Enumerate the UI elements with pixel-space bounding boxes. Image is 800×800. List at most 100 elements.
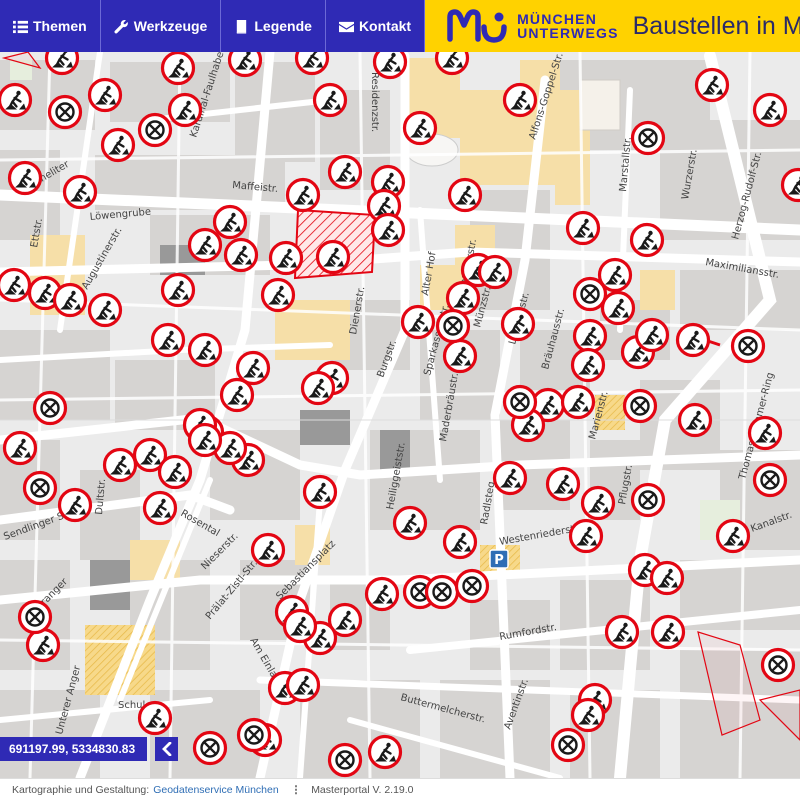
construction-warning-icon[interactable] xyxy=(560,384,596,420)
road-closed-icon[interactable] xyxy=(327,742,363,778)
construction-warning-icon[interactable] xyxy=(747,415,783,451)
construction-warning-icon[interactable] xyxy=(100,127,136,163)
construction-warning-icon[interactable] xyxy=(502,82,538,118)
construction-warning-icon[interactable] xyxy=(634,317,670,353)
road-closed-icon[interactable] xyxy=(550,727,586,763)
construction-warning-icon[interactable] xyxy=(137,700,173,736)
construction-warning-icon[interactable] xyxy=(327,154,363,190)
road-closed-icon[interactable] xyxy=(17,599,53,635)
construction-warning-icon[interactable] xyxy=(312,82,348,118)
construction-warning-icon[interactable] xyxy=(223,237,259,273)
road-closed-icon[interactable] xyxy=(630,120,666,156)
road-closed-icon[interactable] xyxy=(730,328,766,364)
road-closed-icon[interactable] xyxy=(502,384,538,420)
construction-warning-icon[interactable] xyxy=(752,92,788,128)
construction-warning-icon[interactable] xyxy=(500,306,536,342)
construction-warning-icon[interactable] xyxy=(160,52,196,86)
construction-warning-icon[interactable] xyxy=(160,272,196,308)
construction-warning-icon[interactable] xyxy=(434,52,470,76)
road-closed-icon[interactable] xyxy=(630,482,666,518)
map-canvas[interactable]: Residenzstr. Alfons-Goppel-Str. Kardinal… xyxy=(0,52,800,778)
road-closed-icon[interactable] xyxy=(572,276,608,312)
construction-warning-icon[interactable] xyxy=(400,304,436,340)
construction-warning-icon[interactable] xyxy=(570,347,606,383)
construction-warning-icon[interactable] xyxy=(219,377,255,413)
construction-warning-icon[interactable] xyxy=(649,560,685,596)
road-closed-icon[interactable] xyxy=(424,574,460,610)
menu-werkzeuge-button[interactable]: Werkzeuge xyxy=(101,0,222,52)
construction-warning-icon[interactable] xyxy=(102,447,138,483)
road-closed-icon[interactable] xyxy=(22,470,58,506)
road-closed-icon[interactable] xyxy=(435,308,471,344)
construction-warning-icon[interactable] xyxy=(442,338,478,374)
construction-warning-icon[interactable] xyxy=(25,627,61,663)
construction-warning-icon[interactable] xyxy=(167,92,203,128)
construction-warning-icon[interactable] xyxy=(0,267,32,303)
road-closed-icon[interactable] xyxy=(622,388,658,424)
collapse-coordinates-button[interactable] xyxy=(155,737,178,761)
road-closed-icon[interactable] xyxy=(236,717,272,753)
construction-warning-icon[interactable] xyxy=(477,254,513,290)
construction-warning-icon[interactable] xyxy=(187,332,223,368)
menu-kontakt-button[interactable]: Kontakt xyxy=(326,0,426,52)
construction-warning-icon[interactable] xyxy=(285,177,321,213)
construction-warning-icon[interactable] xyxy=(604,614,640,650)
road-closed-icon[interactable] xyxy=(192,730,228,766)
construction-warning-icon[interactable] xyxy=(392,505,428,541)
menu-themen-button[interactable]: Themen xyxy=(0,0,101,52)
muenchen-unterwegs-logo[interactable]: MÜNCHEN UNTERWEGS xyxy=(447,9,619,43)
construction-warning-icon[interactable] xyxy=(447,177,483,213)
construction-warning-icon[interactable] xyxy=(150,322,186,358)
road-closed-icon[interactable] xyxy=(47,94,83,130)
construction-warning-icon[interactable] xyxy=(650,614,686,650)
construction-warning-icon[interactable] xyxy=(315,239,351,275)
construction-warning-icon[interactable] xyxy=(445,280,481,316)
construction-warning-icon[interactable] xyxy=(442,524,478,560)
construction-warning-icon[interactable] xyxy=(372,52,408,80)
construction-warning-icon[interactable] xyxy=(294,52,330,76)
construction-warning-icon[interactable] xyxy=(402,110,438,146)
construction-warning-icon[interactable] xyxy=(545,466,581,502)
road-closed-icon[interactable] xyxy=(752,462,788,498)
construction-warning-icon[interactable] xyxy=(677,402,713,438)
construction-warning-icon[interactable] xyxy=(367,734,403,770)
construction-warning-icon[interactable] xyxy=(212,204,248,240)
construction-warning-icon[interactable] xyxy=(268,240,304,276)
construction-warning-icon[interactable] xyxy=(0,82,33,118)
footer-credit-link[interactable]: Geodatenservice München xyxy=(153,784,279,796)
construction-warning-icon[interactable] xyxy=(52,282,88,318)
construction-warning-icon[interactable] xyxy=(7,160,43,196)
construction-warning-icon[interactable] xyxy=(62,174,98,210)
construction-warning-icon[interactable] xyxy=(282,608,318,644)
construction-warning-icon[interactable] xyxy=(250,532,286,568)
road-closed-icon[interactable] xyxy=(760,647,796,683)
construction-warning-icon[interactable] xyxy=(370,212,406,248)
road-closed-icon[interactable] xyxy=(32,390,68,426)
construction-warning-icon[interactable] xyxy=(492,460,528,496)
construction-warning-icon[interactable] xyxy=(157,454,193,490)
construction-warning-icon[interactable] xyxy=(580,485,616,521)
construction-warning-icon[interactable] xyxy=(227,52,263,78)
construction-warning-icon[interactable] xyxy=(364,576,400,612)
construction-warning-icon[interactable] xyxy=(187,422,223,458)
road-closed-icon[interactable] xyxy=(137,112,173,148)
construction-warning-icon[interactable] xyxy=(87,77,123,113)
construction-warning-icon[interactable] xyxy=(285,667,321,703)
road-closed-icon[interactable] xyxy=(454,568,490,604)
construction-warning-icon[interactable] xyxy=(300,370,336,406)
map-view[interactable]: Residenzstr. Alfons-Goppel-Str. Kardinal… xyxy=(0,52,800,778)
construction-warning-icon[interactable] xyxy=(568,518,604,554)
construction-warning-icon[interactable] xyxy=(600,290,636,326)
construction-warning-icon[interactable] xyxy=(2,430,38,466)
construction-warning-icon[interactable] xyxy=(187,227,223,263)
construction-warning-icon[interactable] xyxy=(565,210,601,246)
construction-warning-icon[interactable] xyxy=(675,322,711,358)
construction-warning-icon[interactable] xyxy=(44,52,80,76)
construction-warning-icon[interactable] xyxy=(629,222,665,258)
construction-warning-icon[interactable] xyxy=(302,474,338,510)
construction-warning-icon[interactable] xyxy=(715,518,751,554)
construction-warning-icon[interactable] xyxy=(57,487,93,523)
construction-warning-icon[interactable] xyxy=(570,697,606,733)
construction-warning-icon[interactable] xyxy=(694,67,730,103)
menu-legende-button[interactable]: Legende xyxy=(221,0,326,52)
